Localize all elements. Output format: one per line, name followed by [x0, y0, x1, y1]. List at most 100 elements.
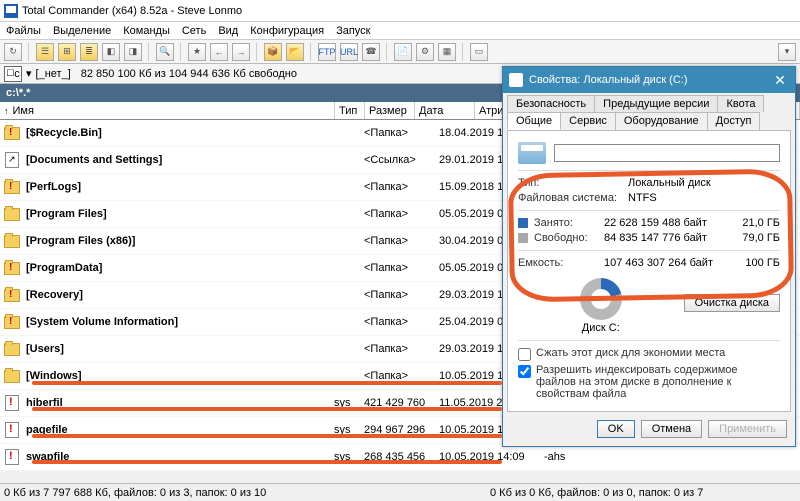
menu-run[interactable]: Запуск: [336, 25, 370, 37]
tool-btn[interactable]: 📄: [394, 43, 412, 61]
menu-selection[interactable]: Выделение: [53, 25, 111, 37]
window-title: Total Commander (x64) 8.52a - Steve Lonm…: [22, 5, 242, 17]
file-size: <Папка>: [364, 262, 439, 274]
used-gb: 21,0 ГБ: [728, 217, 780, 229]
tab-hardware[interactable]: Оборудование: [615, 112, 708, 130]
current-path: c:\*.*: [6, 87, 30, 99]
sort-arrow-icon: ↑: [4, 106, 9, 116]
menu-view[interactable]: Вид: [218, 25, 238, 37]
col-date[interactable]: Дата: [415, 102, 475, 119]
tool-btn[interactable]: 🔍: [156, 43, 174, 61]
window-titlebar: Total Commander (x64) 8.52a - Steve Lonm…: [0, 0, 800, 22]
tab-tools[interactable]: Сервис: [560, 112, 616, 130]
file-name: [Documents and Settings]: [24, 154, 334, 166]
fs-label: Файловая система:: [518, 192, 628, 204]
capacity-bytes: 107 463 307 264 байт: [604, 257, 728, 269]
tool-btn[interactable]: 📂: [286, 43, 304, 61]
file-attr: -ahs: [544, 451, 574, 463]
menu-bar: Файлы Выделение Команды Сеть Вид Конфигу…: [0, 22, 800, 40]
file-name: [$Recycle.Bin]: [24, 127, 334, 139]
tool-btn[interactable]: ★: [188, 43, 206, 61]
system-folder-icon: [4, 262, 20, 275]
cancel-button[interactable]: Отмена: [641, 420, 702, 438]
fs-value: NTFS: [628, 192, 780, 204]
index-checkbox[interactable]: Разрешить индексировать содержимое файло…: [518, 364, 780, 400]
file-size: 268 435 456: [364, 451, 439, 463]
app-icon: [4, 4, 18, 18]
tool-btn[interactable]: ▭: [470, 43, 488, 61]
free-gb: 79,0 ГБ: [728, 232, 780, 244]
capacity-label: Емкость:: [518, 257, 604, 269]
file-size: <Папка>: [364, 316, 439, 328]
tool-btn[interactable]: ⚙: [416, 43, 434, 61]
apply-button[interactable]: Применить: [708, 420, 787, 438]
col-size[interactable]: Размер: [365, 102, 415, 119]
disk-cleanup-button[interactable]: Очистка диска: [684, 294, 780, 312]
tab-previous-versions[interactable]: Предыдущие версии: [594, 95, 718, 112]
free-label: Свободно:: [534, 232, 604, 244]
chevron-down-icon[interactable]: ▾: [26, 67, 32, 80]
file-name: [Recovery]: [24, 289, 334, 301]
ok-button[interactable]: OK: [597, 420, 635, 438]
dialog-titlebar[interactable]: Свойства: Локальный диск (C:) ✕: [503, 67, 795, 93]
file-name: [Program Files]: [24, 208, 334, 220]
drive-net-label: [_нет_]: [36, 68, 71, 80]
compress-checkbox[interactable]: Сжать этот диск для экономии места: [518, 347, 780, 361]
type-value: Локальный диск: [628, 177, 780, 189]
col-name[interactable]: ↑Имя: [0, 102, 335, 119]
menu-commands[interactable]: Команды: [123, 25, 170, 37]
url-icon[interactable]: URL: [340, 43, 358, 61]
menu-files[interactable]: Файлы: [6, 25, 41, 37]
drive-label-input[interactable]: [554, 144, 780, 162]
tool-btn[interactable]: ⊞: [58, 43, 76, 61]
system-folder-icon: [4, 289, 20, 302]
file-size: <Папка>: [364, 181, 439, 193]
file-row[interactable]: swapfilesys268 435 45610.05.2019 14:09-a…: [0, 444, 800, 471]
menu-config[interactable]: Конфигурация: [250, 25, 324, 37]
menu-net[interactable]: Сеть: [182, 25, 206, 37]
dialog-title: Свойства: Локальный диск (C:): [529, 74, 688, 86]
file-icon: [5, 395, 19, 411]
tab-quota[interactable]: Квота: [717, 95, 764, 112]
file-name: [Users]: [24, 343, 334, 355]
tool-btn[interactable]: ≣: [80, 43, 98, 61]
file-icon: [5, 422, 19, 438]
free-bytes: 84 835 147 776 байт: [604, 232, 728, 244]
refresh-icon[interactable]: ↻: [4, 43, 22, 61]
system-folder-icon: [4, 316, 20, 329]
file-size: <Папка>: [364, 289, 439, 301]
used-label: Занято:: [534, 217, 604, 229]
ftp-icon[interactable]: FTP: [318, 43, 336, 61]
tool-btn[interactable]: →: [232, 43, 250, 61]
tool-btn[interactable]: 📦: [264, 43, 282, 61]
file-size: <Папка>: [364, 343, 439, 355]
file-size: <Ссылка>: [364, 154, 439, 166]
toolbar: ↻ ☰ ⊞ ≣ ◧ ◨ 🔍 ★ ← → 📦 📂 FTP URL ☎ 📄 ⚙ ▦ …: [0, 40, 800, 64]
file-name: [Windows]: [24, 370, 334, 382]
free-color-icon: [518, 233, 528, 243]
tool-btn[interactable]: ☎: [362, 43, 380, 61]
close-icon[interactable]: ✕: [765, 67, 795, 93]
file-name: swapfile: [24, 451, 334, 463]
capacity-gb: 100 ГБ: [728, 257, 780, 269]
tool-btn[interactable]: ◨: [124, 43, 142, 61]
file-name: [PerfLogs]: [24, 181, 334, 193]
tool-btn[interactable]: ☰: [36, 43, 54, 61]
usage-pie-icon: [580, 278, 622, 320]
file-size: <Папка>: [364, 127, 439, 139]
tab-security[interactable]: Безопасность: [507, 95, 595, 112]
file-ext: sys: [334, 397, 364, 409]
file-ext: sys: [334, 424, 364, 436]
status-right: 0 Кб из 0 Кб, файлов: 0 из 0, папок: 0 и…: [490, 487, 703, 499]
tool-btn[interactable]: ▦: [438, 43, 456, 61]
drive-space-info: 82 850 100 Кб из 104 944 636 Кб свободно: [81, 68, 297, 80]
col-ext[interactable]: Тип: [335, 102, 365, 119]
tool-btn[interactable]: ←: [210, 43, 228, 61]
file-name: [ProgramData]: [24, 262, 334, 274]
tool-btn[interactable]: ◧: [102, 43, 120, 61]
tab-general[interactable]: Общие: [507, 112, 561, 130]
chevron-down-icon[interactable]: ▾: [778, 43, 796, 61]
tab-sharing[interactable]: Доступ: [707, 112, 761, 130]
drive-c-button[interactable]: ☐c: [4, 66, 22, 82]
file-size: <Папка>: [364, 370, 439, 382]
